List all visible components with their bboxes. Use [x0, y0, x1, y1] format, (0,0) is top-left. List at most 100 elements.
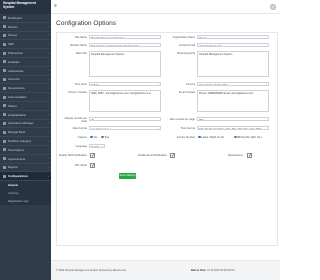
datetime-value: 07-11-2020 03:05:20 PM	[206, 269, 235, 272]
date-format-label: Date Format	[72, 127, 87, 130]
sidebar-item-staff[interactable]: Staff ‹	[0, 40, 51, 50]
menu-item-icon	[3, 77, 6, 81]
sidebar-item-label: Case Handlers	[8, 95, 27, 100]
menu-item-icon	[3, 174, 6, 178]
chevron-icon: ‹	[48, 148, 49, 152]
capture-test-radio[interactable]: Test	[101, 136, 109, 139]
sidebar-item-manage-beds[interactable]: Manage Beds ‹	[0, 128, 51, 138]
sidebar-item-label: Nurses	[8, 33, 17, 38]
sidebar-item-laboratories[interactable]: Laboratories ‹	[0, 67, 51, 76]
email-contact-textarea[interactable]: Phone: 09898050560 Email: demo@ellemis.c…	[197, 90, 269, 112]
brand-title[interactable]: Hospital Management System	[0, 0, 51, 14]
enable-sms-checkbox[interactable]: ✓	[90, 153, 95, 159]
menu-item-icon	[3, 69, 6, 73]
chevron-icon: ‹	[48, 139, 49, 143]
sidebar-item-accounts[interactable]: Accounts ‹	[0, 76, 51, 85]
sidebar-item-label: Medicine Category	[8, 139, 32, 144]
sidebar-item-hospitals[interactable]: Hospitals ‹	[0, 58, 51, 67]
sidebar-item-patient[interactable]: Patient ‹	[0, 102, 51, 111]
capture-yes-radio[interactable]: Yes	[90, 136, 97, 139]
invoice-opt1-radio[interactable]: Latest / Right to Left	[198, 136, 224, 139]
site-url-input[interactable]: http://ellemis.com/hospital/medical/hosp…	[89, 43, 161, 48]
sidebar-subitem-registration-logs[interactable]: Registration Logs	[0, 197, 51, 206]
meta-title-textarea[interactable]: Hospital Management System	[89, 51, 161, 77]
sidebar-item-receptionists[interactable]: Receptionists ‹	[0, 84, 51, 94]
display-records-input[interactable]: 30	[89, 117, 161, 122]
invoice-opt1-label: Latest / Right to Left	[201, 135, 224, 139]
chevron-icon: ‹	[48, 113, 49, 117]
chevron-icon: ‹	[48, 174, 49, 178]
chevron-icon: ‹	[48, 130, 49, 134]
menu-item-icon	[3, 113, 6, 117]
sidebar-item-doctors[interactable]: Doctors ‹	[0, 23, 51, 32]
site-name-input[interactable]: Hospital Management System	[89, 35, 161, 40]
sidebar-item-configurations[interactable]: Configurations ‹	[0, 172, 51, 182]
chevron-icon: ‹	[48, 51, 49, 55]
datetime-label: Date & Time:	[191, 269, 207, 272]
time-format-label: Time Format	[180, 127, 195, 130]
sidebar-item-appointments[interactable]: Appointments ‹	[0, 155, 51, 164]
main-content: Configration Options Site Name Hospital …	[51, 14, 280, 260]
sidebar-item-label: Manage Beds	[8, 130, 26, 135]
invoice-opt2-radio[interactable]: Bill Number (Ref. No.)	[234, 136, 262, 139]
menu-item-icon	[3, 51, 6, 55]
menu-item-icon	[3, 165, 6, 169]
language-label: Language	[75, 145, 87, 148]
menu-item-icon	[3, 60, 6, 64]
time-zone-select[interactable]: Kolkata	[89, 82, 161, 87]
country-select[interactable]: United States (USA) (US)	[197, 82, 269, 87]
maintenance-checkbox[interactable]: ✓	[247, 153, 252, 159]
contact-email-input[interactable]: doctor@ellemis.com	[197, 43, 269, 48]
menu-item-icon	[3, 139, 6, 143]
sidebar-nav: Dashboard Doctors ‹ Nurses ‹ Staff ‹ Pharmacies…	[0, 14, 51, 206]
sidebar: Hospital Management System Dashboard Doct…	[0, 0, 51, 280]
radio-unselected-icon	[234, 135, 237, 139]
sidebar-item-case-handlers[interactable]: Case Handlers ‹	[0, 93, 51, 102]
save-settings-button[interactable]: Save Settings	[119, 173, 136, 179]
chevron-icon: ‹	[48, 95, 49, 99]
avatar[interactable]	[270, 3, 276, 10]
menu-item-icon	[3, 33, 6, 37]
enable-email-checkbox[interactable]: ✓	[170, 153, 175, 159]
sidebar-item-label: Patient	[8, 103, 17, 108]
chevron-icon: ‹	[48, 165, 49, 169]
chevron-icon: ‹	[48, 157, 49, 161]
org-name-label: Organization Name	[172, 36, 195, 39]
menu-toggle-icon[interactable]: ≡	[54, 4, 59, 9]
sidebar-item-hospitalization[interactable]: Hospitalization ‹	[0, 111, 51, 120]
sidebar-subitem-general[interactable]: General	[0, 181, 51, 190]
max-records-input[interactable]: 999	[197, 117, 269, 122]
capture-label: Capture	[77, 136, 87, 139]
sidebar-item-prescriptions[interactable]: Prescriptions ‹	[0, 146, 51, 155]
menu-item-icon	[3, 95, 6, 99]
contact-textarea[interactable]: 9098_5050 · doctor@ellemis.com / dev@ell…	[89, 90, 161, 112]
sidebar-item-label: Dashboard	[8, 15, 22, 20]
sidebar-item-nurses[interactable]: Nurses ‹	[0, 32, 51, 41]
sidebar-item-operations-manager[interactable]: Operations Manager ‹	[0, 120, 51, 129]
sidebar-item-medicine-category[interactable]: Medicine Category ‹	[0, 137, 51, 146]
date-format-select[interactable]: d-m-Y (Y-m-d-d...)	[89, 126, 161, 131]
rtl-checkbox[interactable]: ✓	[90, 163, 95, 169]
sidebar-item-pharmacies[interactable]: Pharmacies ‹	[0, 49, 51, 58]
radio-unselected-icon	[101, 135, 104, 139]
org-name-input[interactable]: Ellemis	[197, 35, 269, 40]
sidebar-item-label: Configurations	[8, 174, 28, 179]
sidebar-subitem-currency[interactable]: Currency	[0, 189, 51, 198]
brand-title-line2: System	[3, 4, 15, 9]
sidebar-item-dashboard[interactable]: Dashboard	[0, 14, 51, 23]
enable-sms-label: Enable SMS Notification	[59, 154, 87, 157]
capture-test-label: Test	[104, 135, 109, 139]
time-zone-label: Time Zone	[74, 83, 87, 86]
chevron-icon: ‹	[48, 69, 49, 73]
country-label: Country	[185, 83, 195, 86]
time-format-input[interactable]: Date Month, Year Date, Mon, Mon, Weekday…	[197, 126, 269, 131]
meta-keywords-textarea[interactable]: Hospital Management System	[197, 51, 269, 77]
sidebar-item-label: Prescriptions	[8, 147, 25, 152]
invoice-number-label: Invoice Number	[176, 136, 195, 139]
menu-item-icon	[3, 16, 6, 20]
sidebar-item-reports[interactable]: Reports ‹	[0, 164, 51, 173]
sidebar-item-label: Receptionists	[8, 86, 25, 91]
site-url-label: Website Name	[70, 44, 87, 47]
maintenance-label: Maintenance	[228, 154, 243, 157]
language-select[interactable]: English	[89, 144, 105, 149]
